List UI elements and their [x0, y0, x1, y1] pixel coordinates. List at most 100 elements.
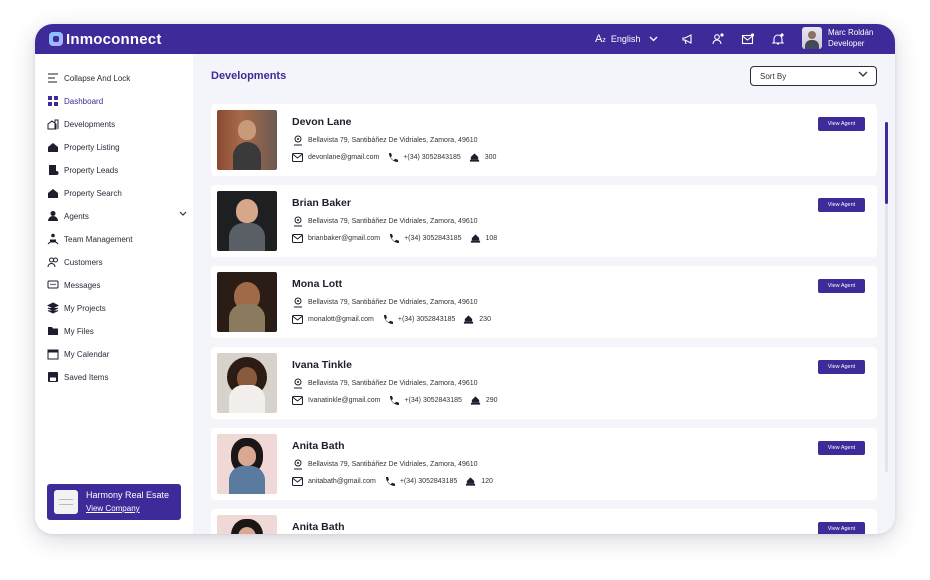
agent-name: Ivana Tinkle [292, 359, 352, 371]
sidebar-item-messages[interactable]: Messages [47, 276, 187, 294]
layers-icon [47, 302, 59, 314]
mail-icon [292, 395, 303, 406]
view-company-link[interactable]: View Company [86, 502, 169, 515]
dashboard-icon [47, 95, 59, 107]
agent-phone[interactable]: +(34) 3052843185 [398, 316, 455, 323]
agent-photo [217, 515, 277, 534]
sidebar-item-my-calendar[interactable]: My Calendar [47, 345, 187, 363]
view-agent-button[interactable]: View Agent [818, 360, 865, 374]
agent-email[interactable]: brianbaker@gmail.com [308, 235, 380, 242]
sidebar-item-label: My Calendar [64, 349, 110, 359]
bell-icon[interactable] [771, 32, 785, 46]
agent-name: Mona Lott [292, 278, 343, 290]
location-pin-icon [292, 216, 303, 227]
collapse-icon [47, 72, 59, 84]
agent-card: Brian Baker Bellavista 79, Santibáñez De… [211, 185, 877, 257]
view-agent-button[interactable]: View Agent [818, 522, 865, 534]
buildings-icon [47, 118, 59, 130]
sidebar: Collapse And Lock Dashboard Developments… [35, 54, 193, 534]
mail-icon [292, 476, 303, 487]
mail-notification-icon[interactable] [741, 32, 755, 46]
property-count: 290 [485, 397, 498, 404]
agent-phone[interactable]: +(34) 3052843185 [403, 154, 460, 161]
user-menu[interactable]: Marc Roldán Developer [802, 27, 873, 49]
property-count: 300 [484, 154, 497, 161]
agent-email[interactable]: devonlane@gmail.com [308, 154, 379, 161]
user-role: Developer [828, 39, 865, 48]
agent-card: Mona Lott Bellavista 79, Santibáñez De V… [211, 266, 877, 338]
user-notification-icon[interactable] [711, 32, 725, 46]
agent-address: Bellavista 79, Santibáñez De Vidriales, … [308, 461, 478, 468]
property-handshake-icon [470, 395, 481, 406]
phone-icon [384, 476, 395, 487]
scrollbar-thumb[interactable] [885, 122, 888, 204]
logo-icon [49, 32, 63, 46]
sidebar-item-developments[interactable]: Developments [47, 115, 187, 133]
agent-phone[interactable]: +(34) 3052843185 [404, 235, 461, 242]
sidebar-item-my-files[interactable]: My Files [47, 322, 187, 340]
agent-name: Brian Baker [292, 197, 351, 209]
sort-by-select[interactable]: Sort By [750, 66, 877, 86]
user-name: Marc Roldán [828, 28, 874, 37]
sidebar-item-team-management[interactable]: Team Management [47, 230, 187, 248]
sidebar-item-customers[interactable]: Customers [47, 253, 187, 271]
company-card[interactable]: Harmony Real Esate View Company [47, 484, 181, 520]
sidebar-item-agents[interactable]: Agents [47, 207, 187, 225]
sidebar-item-collapse[interactable]: Collapse And Lock [47, 69, 187, 87]
agent-photo [217, 353, 277, 413]
sidebar-item-property-search[interactable]: Property Search [47, 184, 187, 202]
sidebar-item-label: Customers [64, 257, 103, 267]
sidebar-item-property-listing[interactable]: Property Listing [47, 138, 187, 156]
property-handshake-icon [469, 152, 480, 163]
company-name: Harmony Real Esate [86, 490, 170, 500]
mail-icon [292, 152, 303, 163]
chevron-down-icon[interactable] [179, 210, 187, 219]
sidebar-item-label: Agents [64, 211, 89, 221]
sidebar-item-label: Property Listing [64, 142, 120, 152]
mail-icon [292, 233, 303, 244]
sidebar-item-label: Dashboard [64, 96, 104, 106]
house-search-icon [47, 187, 59, 199]
sidebar-item-dashboard[interactable]: Dashboard [47, 92, 187, 110]
agent-email[interactable]: monalott@gmail.com [308, 316, 374, 323]
agent-phone[interactable]: +(34) 3052843185 [400, 478, 457, 485]
save-icon [47, 371, 59, 383]
view-agent-button[interactable]: View Agent [818, 117, 865, 131]
team-icon [47, 233, 59, 245]
location-pin-icon [292, 297, 303, 308]
property-handshake-icon [463, 314, 474, 325]
sidebar-item-property-leads[interactable]: Property Leads [47, 161, 187, 179]
agent-photo [217, 434, 277, 494]
agent-email[interactable]: anitabath@gmail.com [308, 478, 376, 485]
sidebar-item-label: Property Search [64, 188, 122, 198]
sidebar-item-label: Saved Items [64, 372, 109, 382]
app-logo[interactable]: Inmoconnect [49, 31, 162, 48]
sidebar-item-label: Team Management [64, 234, 133, 244]
top-bar: Inmoconnect Az English Marc Roldán Devel… [35, 24, 895, 54]
sidebar-item-my-projects[interactable]: My Projects [47, 299, 187, 317]
agent-card: Ivana Tinkle Bellavista 79, Santibáñez D… [211, 347, 877, 419]
phone-icon [382, 314, 393, 325]
view-agent-button[interactable]: View Agent [818, 279, 865, 293]
agent-address: Bellavista 79, Santibáñez De Vidriales, … [308, 380, 478, 387]
sort-by-label: Sort By [760, 71, 787, 81]
sidebar-item-saved-items[interactable]: Saved Items [47, 368, 187, 386]
calendar-icon [47, 348, 59, 360]
messages-icon [47, 279, 59, 291]
location-pin-icon [292, 378, 303, 389]
customers-icon [47, 256, 59, 268]
agent-address: Bellavista 79, Santibáñez De Vidriales, … [308, 137, 478, 144]
property-handshake-icon [470, 233, 481, 244]
agent-name: Anita Bath [292, 521, 345, 533]
agent-address: Bellavista 79, Santibáñez De Vidriales, … [308, 218, 478, 225]
sidebar-item-label: My Projects [64, 303, 106, 313]
agent-name: Devon Lane [292, 116, 352, 128]
phone-icon [388, 395, 400, 406]
megaphone-icon[interactable] [681, 32, 695, 46]
view-agent-button[interactable]: View Agent [818, 198, 865, 212]
agent-phone[interactable]: +(34) 3052843185 [404, 397, 461, 404]
language-selector[interactable]: Az English [595, 24, 658, 54]
view-agent-button[interactable]: View Agent [818, 441, 865, 455]
mail-icon [292, 314, 303, 325]
agent-email[interactable]: Ivanatinkle@gmail.com [308, 397, 380, 404]
